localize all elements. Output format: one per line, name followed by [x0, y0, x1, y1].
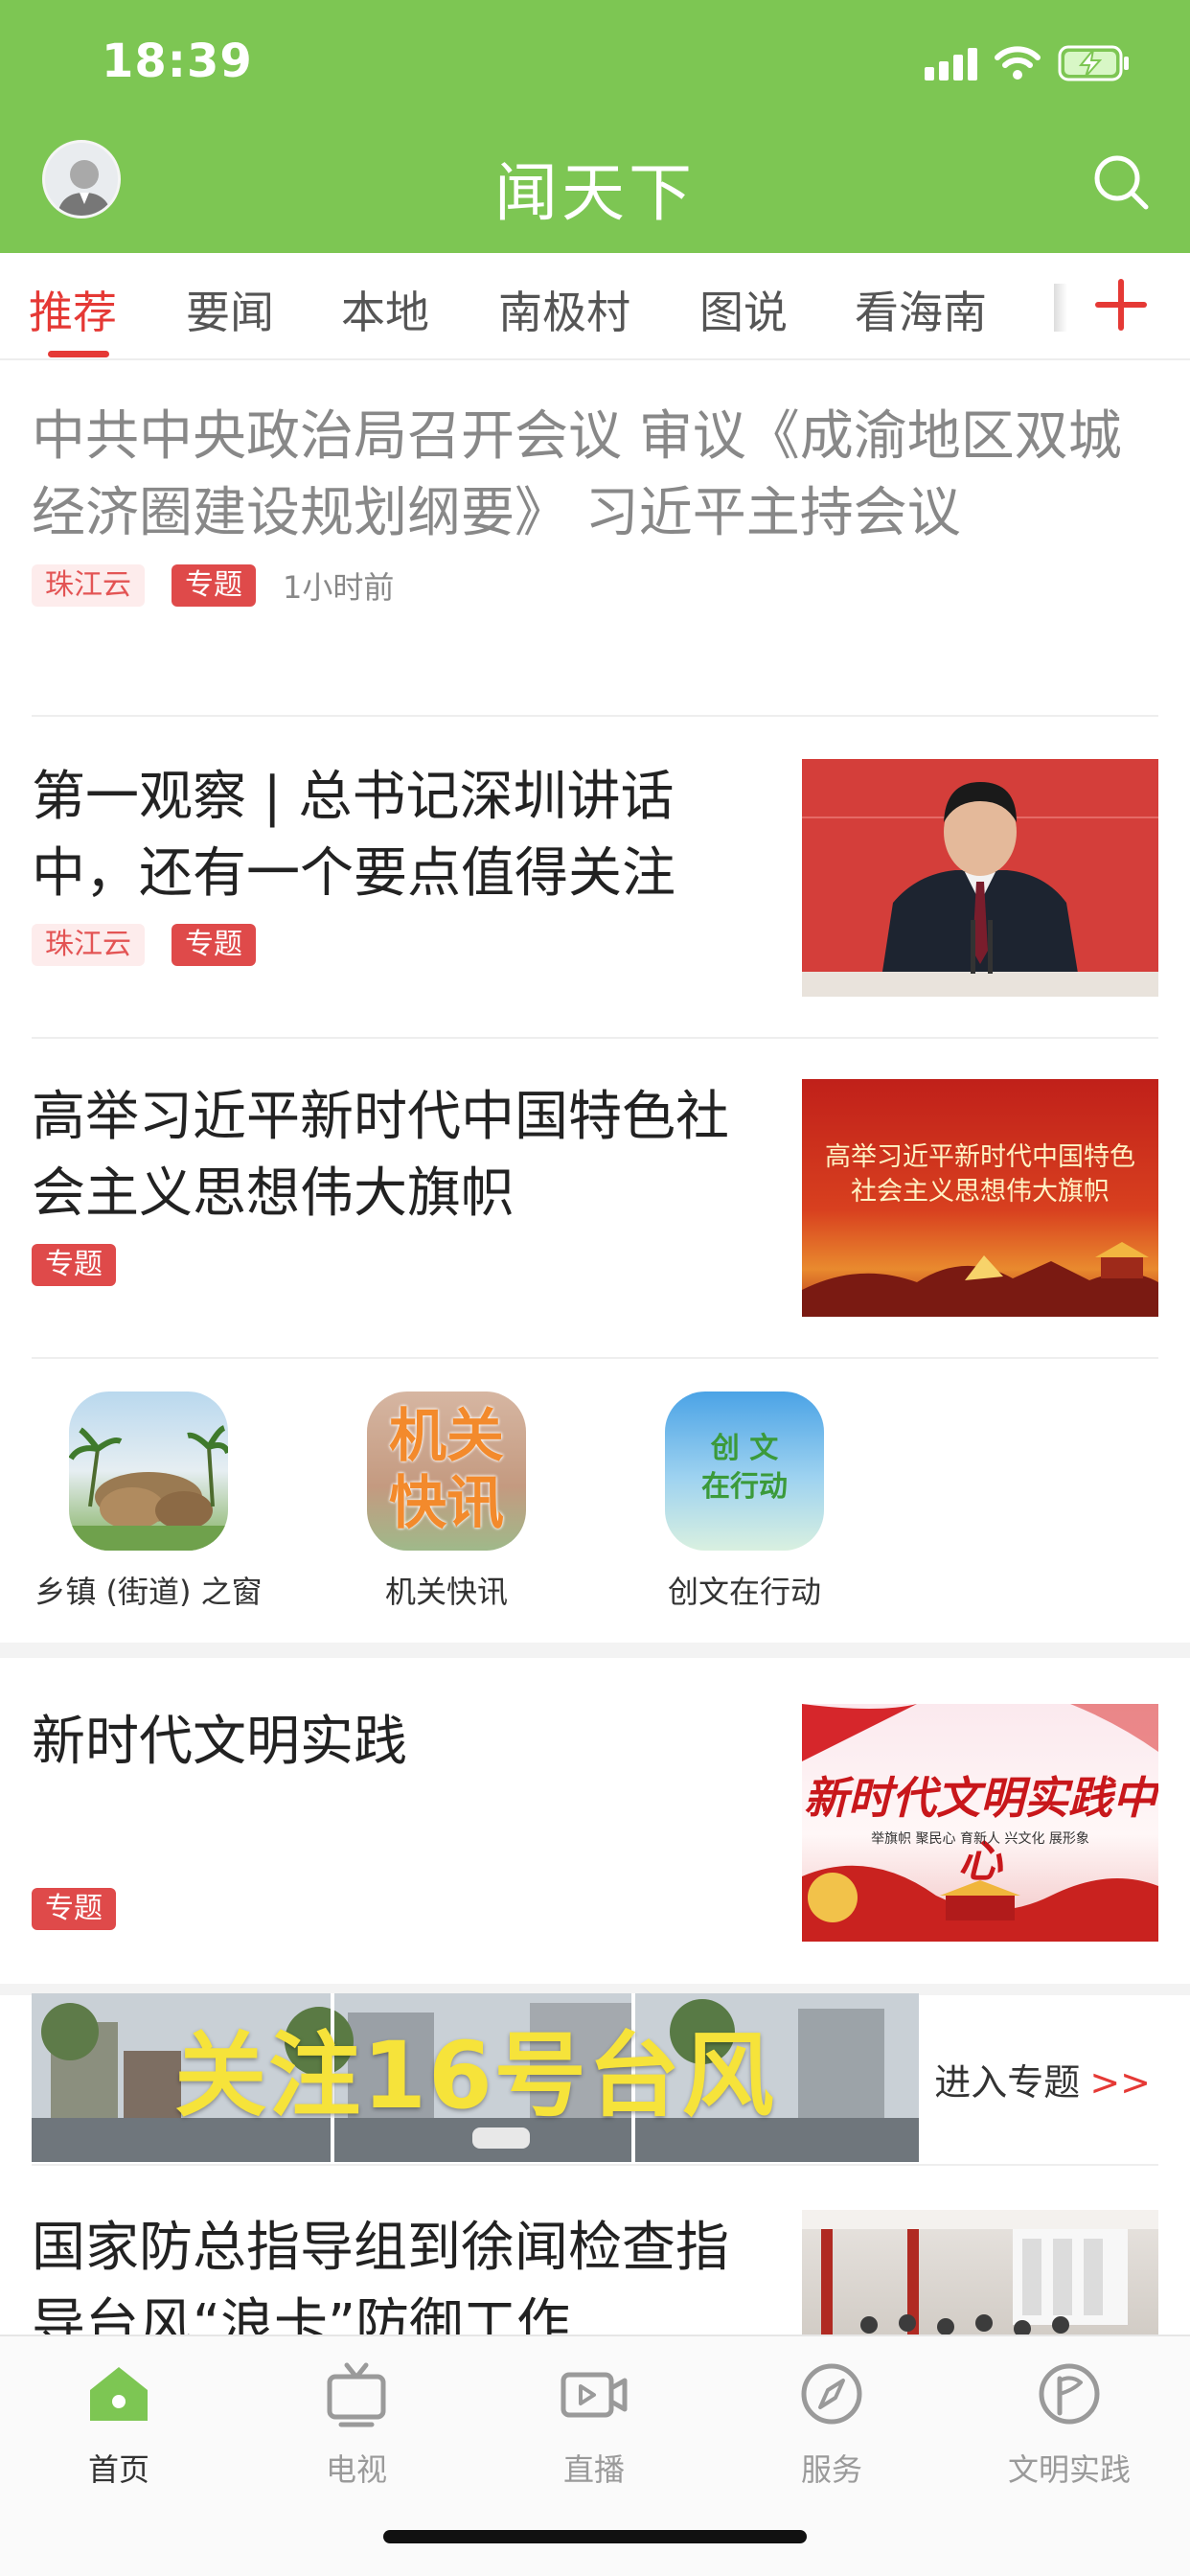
section-gap	[0, 1643, 1190, 1658]
nav-home[interactable]: 首页	[23, 2358, 215, 2490]
news-title: 新时代文明实践	[32, 1711, 407, 1773]
news-thumbnail: 新时代文明实践中心 举旗帜 聚民心 育新人 兴文化 展形象	[802, 1704, 1158, 1942]
news-title: 中共中央政治局召开会议 审议《成渝地区双城经济圈建设规划纲要》 习近平主持会议	[32, 405, 1122, 544]
quick-link-label: 创文在行动	[667, 1574, 821, 1610]
news-meta: 珠江云 专题 1小时前	[32, 564, 1158, 608]
live-video-icon	[561, 2372, 628, 2418]
nav-live[interactable]: 直播	[498, 2358, 690, 2490]
topic-tag: 专题	[172, 564, 256, 607]
enter-topic-link[interactable]: 进入专题 >>	[934, 2053, 1151, 2105]
great-wall-illustration	[802, 1242, 1158, 1317]
home-indicator[interactable]	[383, 2530, 807, 2543]
quick-link-label: 乡镇 (街道) 之窗	[34, 1574, 263, 1610]
town-window-icon	[69, 1392, 228, 1551]
channel-tabs: 推荐 要闻 本地 南极村 图说 看海南	[0, 253, 1190, 360]
status-icons	[925, 42, 1131, 84]
news-thumbnail	[802, 759, 1158, 997]
nav-label: 直播	[562, 2451, 625, 2488]
tv-icon	[327, 2362, 386, 2427]
nav-label: 电视	[325, 2451, 387, 2488]
add-channel-button[interactable]	[1092, 266, 1150, 343]
quick-link-label: 机关快讯	[384, 1574, 508, 1610]
civilization-action-icon: 创 文 在行动	[665, 1392, 824, 1551]
wifi-icon	[995, 46, 1041, 80]
tabs-overflow-fade	[1054, 284, 1067, 332]
topic-tag: 专题	[172, 924, 256, 966]
divider	[32, 2164, 1158, 2166]
thumbnail-caption: 新时代文明实践中心	[804, 1772, 1156, 1887]
divider	[32, 1357, 1158, 1359]
topic-tag: 专题	[32, 1244, 116, 1286]
divider	[32, 1037, 1158, 1039]
quick-link-town-window[interactable]: 乡镇 (街道) 之窗	[5, 1392, 292, 1612]
search-icon	[1094, 155, 1149, 210]
status-time: 18:39	[102, 34, 253, 88]
thumbnail-subcaption: 举旗帜 聚民心 育新人 兴文化 展形象	[871, 1831, 1089, 1847]
typhoon-topic-banner[interactable]: 关注16号台风 进入专题 >>	[32, 1993, 1158, 2162]
nav-services[interactable]: 服务	[736, 2358, 927, 2490]
news-item[interactable]: 中共中央政治局召开会议 审议《成渝地区双城经济圈建设规划纲要》 习近平主持会议 …	[32, 399, 1158, 608]
thumbnail-caption: 高举习近平新时代中国特色 社会主义思想伟大旗帜	[802, 1140, 1158, 1209]
news-feed: 中共中央政治局召开会议 审议《成渝地区双城经济圈建设规划纲要》 习近平主持会议 …	[0, 360, 1190, 2334]
icon-text: 机关	[389, 1403, 504, 1470]
meeting-hall-photo	[802, 2210, 1158, 2334]
news-title: 高举习近平新时代中国特色社会主义思想伟大旗帜	[32, 1086, 729, 1225]
agency-news-icon: 机关 快讯	[367, 1392, 526, 1551]
news-item[interactable]: 第一观察 | 总书记深圳讲话中，还有一个要点值得关注 珠江云 专题	[32, 759, 1158, 999]
tab-recommend[interactable]: 推荐	[29, 278, 117, 341]
icon-text: 快讯	[389, 1470, 504, 1537]
plus-icon	[1095, 279, 1147, 331]
tab-local[interactable]: 本地	[341, 278, 429, 341]
news-thumbnail	[802, 2210, 1158, 2334]
app-title: 闻天下	[494, 156, 696, 230]
double-arrow-icon: >>	[1089, 2061, 1151, 2104]
nav-civilization-practice[interactable]: 文明实践	[973, 2358, 1165, 2490]
source-tag: 珠江云	[32, 924, 145, 966]
tab-see-hainan[interactable]: 看海南	[855, 278, 987, 341]
icon-text: 创 文	[710, 1432, 779, 1465]
cellular-signal-icon	[925, 46, 977, 80]
thumbnail-caption-line: 高举习近平新时代中国特色	[825, 1142, 1135, 1172]
enter-topic-label: 进入专题	[934, 2061, 1081, 2104]
nav-tv[interactable]: 电视	[261, 2358, 452, 2490]
banner-headline: 关注16号台风	[174, 2022, 776, 2129]
news-item[interactable]: 高举习近平新时代中国特色社会主义思想伟大旗帜 专题 高举习近平新时代中国特色 社…	[32, 1079, 1158, 1319]
search-button[interactable]	[1090, 151, 1152, 213]
typhoon-banner-image: 关注16号台风	[32, 1993, 919, 2162]
app-header: 18:39 闻天下	[0, 0, 1190, 253]
topic-tag: 专题	[32, 1888, 116, 1930]
tab-nanji-village[interactable]: 南极村	[498, 278, 630, 341]
quick-link-agency-news[interactable]: 机关 快讯 机关快讯	[303, 1392, 590, 1612]
icon-text: 在行动	[701, 1470, 788, 1504]
flag-icon	[1039, 2363, 1100, 2425]
source-tag: 珠江云	[32, 564, 145, 607]
nav-label: 文明实践	[1007, 2451, 1131, 2488]
tab-headlines[interactable]: 要闻	[186, 278, 274, 341]
news-item[interactable]: 新时代文明实践 专题 新时代文明实践中心 举旗帜 聚民心 育新人 兴文化 展形象	[32, 1704, 1158, 1942]
news-thumbnail: 高举习近平新时代中国特色 社会主义思想伟大旗帜	[802, 1079, 1158, 1317]
news-title: 第一观察 | 总书记深圳讲话中，还有一个要点值得关注	[32, 766, 675, 905]
news-item[interactable]: 国家防总指导组到徐闻检查指导台风“浪卡”防御工作	[32, 2210, 1158, 2334]
battery-charging-icon	[1058, 45, 1129, 81]
nav-label: 首页	[87, 2451, 149, 2488]
speaker-photo	[802, 759, 1158, 997]
publish-time: 1小时前	[283, 569, 395, 606]
tab-picture-talk[interactable]: 图说	[699, 278, 788, 341]
divider	[32, 715, 1158, 717]
nav-label: 服务	[800, 2451, 862, 2488]
compass-icon	[801, 2363, 862, 2425]
active-tab-indicator	[48, 351, 109, 357]
home-icon	[90, 2367, 148, 2421]
thumbnail-caption-line: 社会主义思想伟大旗帜	[851, 1177, 1110, 1207]
news-title: 国家防总指导组到徐闻检查指导台风“浪卡”防御工作	[32, 2217, 729, 2334]
quick-link-civilization-action[interactable]: 创 文 在行动 创文在行动	[601, 1392, 888, 1612]
